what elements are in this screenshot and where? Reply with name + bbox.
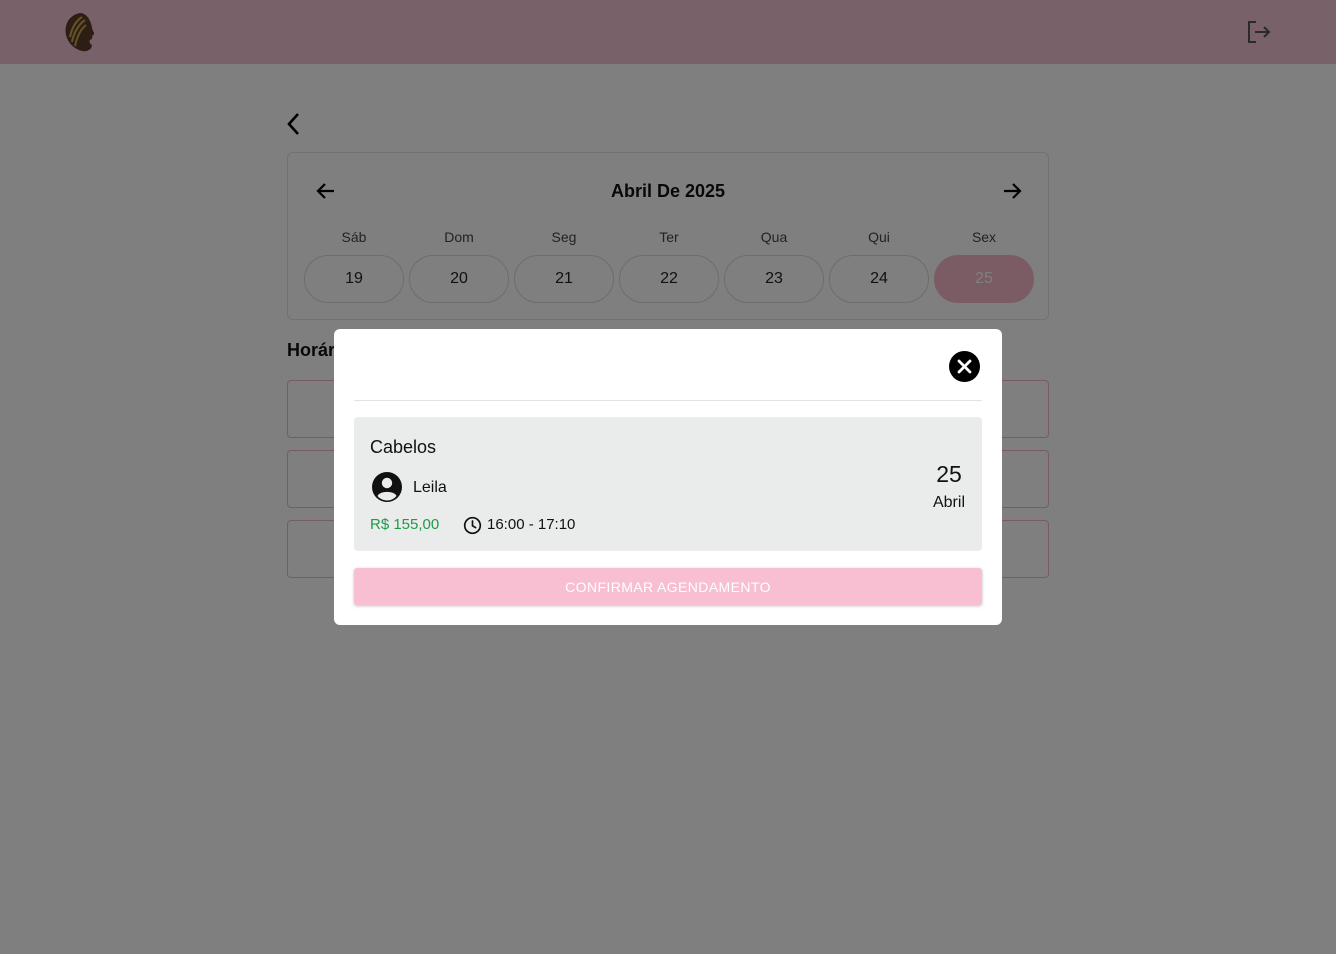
booking-date-day: 25 (936, 461, 962, 487)
service-name: Cabelos (370, 437, 437, 457)
professional-name: Leila (413, 479, 447, 496)
confirm-booking-button[interactable]: CONFIRMAR AGENDAMENTO (354, 568, 982, 605)
booking-date-month: Abril (932, 494, 965, 511)
close-button[interactable] (949, 351, 980, 382)
booking-summary-card: Cabelos Leila R$ 155,00 16:00 - 17:10 25… (354, 417, 982, 551)
clock-icon (463, 516, 482, 535)
account-circle-icon (372, 472, 402, 502)
close-circle-icon (957, 359, 972, 374)
service-price: R$ 155,00 (370, 516, 440, 533)
booking-time: 16:00 - 17:10 (487, 516, 576, 533)
booking-confirmation-modal: Cabelos Leila R$ 155,00 16:00 - 17:10 25… (334, 329, 1002, 625)
modal-divider (354, 400, 982, 401)
